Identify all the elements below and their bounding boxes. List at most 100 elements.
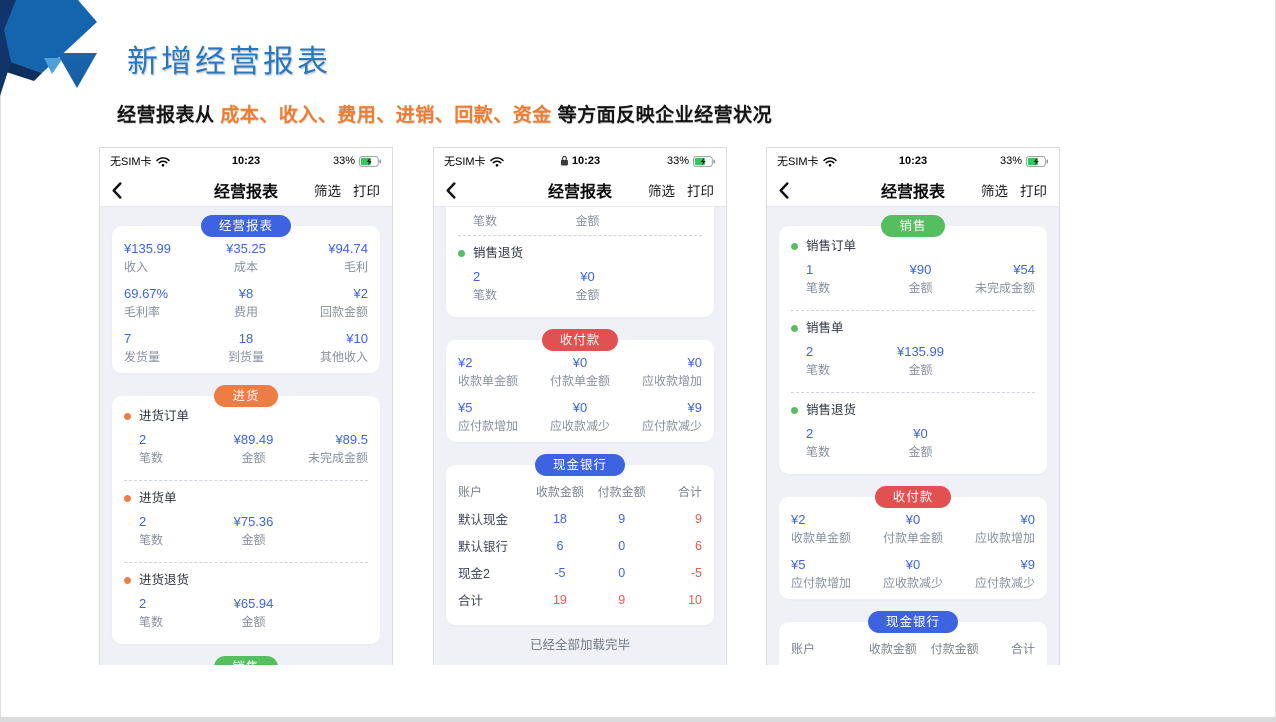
stat-value: ¥135.99 <box>882 343 958 360</box>
stat-cell: ¥90金额 <box>882 261 958 296</box>
dashed-divider <box>124 562 368 563</box>
stat-value: 2 <box>806 425 882 442</box>
time-label: 10:23 <box>899 155 927 167</box>
back-button[interactable] <box>112 182 122 199</box>
accounts-card: 账户收款金额付款金额合计默认现金1899默认银行606现金2-50-5合计199… <box>446 465 714 625</box>
stat-value: 2 <box>139 595 215 612</box>
stat-value: ¥35.25 <box>205 240 286 257</box>
stat-row: 2笔数¥0金额 <box>806 425 1035 460</box>
stat-row: ¥135.99 收入¥35.25 成本¥94.74毛利 <box>124 240 368 275</box>
stat-cell <box>959 425 1035 460</box>
wifi-icon <box>156 156 170 167</box>
status-bar: 无SIM卡 10:23 33% <box>100 148 392 174</box>
stat-cell: ¥54未完成金额 <box>959 261 1035 296</box>
stat-cell: ¥2回款金额 <box>287 285 368 320</box>
section-stats: 2笔数¥65.94金额 <box>139 595 368 630</box>
stat-value: ¥5 <box>791 556 872 573</box>
section-header: 进货单 <box>124 490 368 507</box>
stat-cell: ¥10其他收入 <box>287 330 368 365</box>
stat-value: 18 <box>205 330 286 347</box>
stat-label: 应收款减少 <box>539 418 620 434</box>
table-cell: -5 <box>653 566 702 580</box>
category-pill-row: 现金银行 <box>779 611 1047 633</box>
bullet-dot <box>124 577 131 584</box>
carrier-label: 无SIM卡 <box>444 153 486 169</box>
stat-label: 笔数 <box>806 444 882 460</box>
stat-value: ¥10 <box>287 330 368 347</box>
report-section: 销售退货2笔数¥0金额 <box>791 402 1035 468</box>
stat-row: ¥2收款单金额¥0付款单金额¥0应收款增加 <box>458 354 702 389</box>
bullet-dot <box>124 413 131 420</box>
section-stats: 2笔数¥135.99金额 <box>806 343 1035 378</box>
stat-cell: ¥75.36金额 <box>215 513 291 548</box>
stat-cell: 2笔数 <box>139 595 215 630</box>
stat-value: 2 <box>139 431 215 448</box>
nav-title: 经营报表 <box>214 178 278 202</box>
stat-value: 1 <box>806 261 882 278</box>
report-scroll-area[interactable]: 销售销售订单1笔数¥90金额¥54未完成金额销售单2笔数¥135.99金额销售退… <box>767 207 1059 665</box>
section-stats: 2笔数¥0金额 <box>473 268 702 303</box>
report-section: 进货订单2笔数¥89.49金额¥89.5未完成金额 <box>124 408 368 474</box>
battery-charging-icon <box>359 156 382 167</box>
category-pill-row: 收付款 <box>446 329 714 351</box>
section-title: 进货退货 <box>139 572 189 589</box>
stat-value: ¥0 <box>621 354 702 371</box>
report-block: 经营报表¥135.99收入¥35.25成本¥94.74毛利69.67%毛利率¥8… <box>112 215 380 373</box>
stat-label: 成本 <box>205 259 286 275</box>
stat-value: ¥2 <box>458 354 539 371</box>
stat-label: 付款单金额 <box>539 373 620 389</box>
subtitle-prefix: 经营报表从 <box>117 105 220 126</box>
report-scroll-area[interactable]: 笔数金额销售退货2笔数¥0金额收付款¥2收款单金额¥0付款单金额¥0应收款增加¥… <box>434 207 726 665</box>
stat-value: ¥89.49 <box>215 431 291 448</box>
stat-label: 毛利 <box>287 259 368 275</box>
stat-value: 2 <box>139 513 215 530</box>
stat-label: 收入 <box>124 259 205 275</box>
filter-button[interactable]: 筛选 <box>314 180 341 200</box>
section-title: 销售单 <box>806 320 844 337</box>
bullet-dot <box>458 250 465 257</box>
stat-label: 未完成金额 <box>959 280 1035 296</box>
report-block: 收付款¥2收款单金额¥0付款单金额¥0应收款增加¥5应付款增加¥0应收款减少¥9… <box>779 486 1047 599</box>
filter-button[interactable]: 筛选 <box>648 180 675 200</box>
account-name: 现金2 <box>458 563 529 582</box>
bullet-dot <box>124 495 131 502</box>
category-pill: 进货 <box>214 385 277 407</box>
stat-value: ¥135.99 <box>124 240 205 257</box>
print-button[interactable]: 打印 <box>353 180 380 200</box>
stat-label: 金额 <box>882 362 958 378</box>
print-button[interactable]: 打印 <box>687 180 714 200</box>
subtitle-highlight: 成本、收入、费用、进销、回款、资金 <box>220 105 552 126</box>
stat-cell: ¥0应收款减少 <box>872 556 953 591</box>
section-header: 销售单 <box>791 320 1035 337</box>
report-scroll-area[interactable]: 经营报表¥135.99收入¥35.25成本¥94.74毛利69.67%毛利率¥8… <box>100 207 392 665</box>
stat-value: ¥9 <box>954 556 1035 573</box>
stat-label: 收款单金额 <box>791 530 872 546</box>
stat-label: 收款单金额 <box>458 373 539 389</box>
report-block: 现金银行账户收款金额付款金额合计 <box>779 611 1047 665</box>
detail-card: 笔数金额销售退货 2笔数¥0金额 <box>446 207 714 317</box>
battery-percent: 33% <box>1000 155 1022 167</box>
stat-label: 应付款减少 <box>954 575 1035 591</box>
stat-label: 回款金额 <box>287 304 368 320</box>
filter-button[interactable]: 筛选 <box>981 180 1008 200</box>
section-title: 进货单 <box>139 490 177 507</box>
print-button[interactable]: 打印 <box>1020 180 1047 200</box>
table-header-cell: 付款金额 <box>591 483 653 500</box>
stat-row: 笔数金额 <box>473 213 702 229</box>
back-button[interactable] <box>446 182 456 199</box>
summary-card: ¥135.99收入¥35.25成本¥94.74毛利69.67%毛利率¥8费用¥2… <box>112 226 380 373</box>
stat-cell: ¥0 应收款减少 <box>539 399 620 434</box>
stat-label: 笔数 <box>806 280 882 296</box>
stat-cell: ¥89.49金额 <box>215 431 291 466</box>
stat-label: 到货量 <box>205 349 286 365</box>
report-block: 销售销售订单1笔数¥90金额¥54未完成金额销售单2笔数¥135.99金额销售退… <box>779 215 1047 474</box>
back-button[interactable] <box>779 182 789 199</box>
stat-value: ¥0 <box>539 399 620 416</box>
stat-cell: ¥94.74毛利 <box>287 240 368 275</box>
table-cell: 6 <box>653 539 702 553</box>
table-cell: 0 <box>591 539 653 553</box>
section-header: 销售退货 <box>458 245 702 262</box>
status-left: 无SIM卡 <box>777 153 837 169</box>
load-complete-text: 已经全部加载完毕 <box>446 637 714 653</box>
report-section: 销售订单1笔数¥90金额¥54未完成金额 <box>791 238 1035 304</box>
